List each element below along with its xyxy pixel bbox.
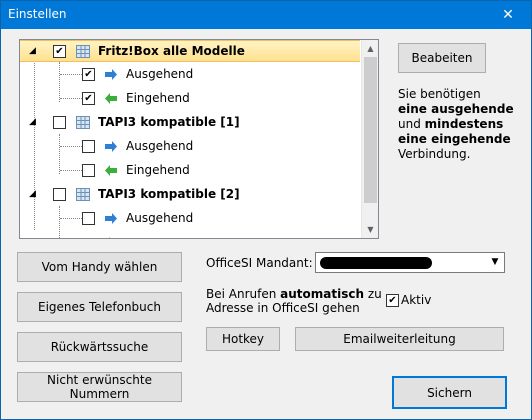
close-button[interactable]: ✕ — [485, 1, 531, 29]
item-label: Ausgehend — [126, 211, 194, 225]
scroll-thumb[interactable] — [364, 57, 377, 203]
arrow-left-icon — [104, 92, 118, 105]
hint-line: Sie benötigen — [398, 87, 481, 101]
hint-text: und — [398, 117, 425, 131]
arrow-left-icon — [104, 236, 118, 238]
device-grid-icon — [76, 188, 90, 201]
item-label: Eingehend — [126, 163, 190, 177]
collapse-icon[interactable]: ◢ — [29, 117, 39, 127]
item-checkbox[interactable] — [82, 212, 95, 225]
auto-text: Bei Anrufen — [206, 287, 281, 301]
tree-item-eingehend[interactable]: ✔ Eingehend — [20, 88, 360, 110]
auto-text: zu — [364, 287, 382, 301]
save-button[interactable]: Sichern — [392, 376, 507, 409]
device-grid-icon — [76, 45, 90, 58]
tree-group-fritzbox[interactable]: ◢ ✔ Fritz!Box alle Modelle — [20, 40, 360, 62]
arrow-left-icon — [104, 164, 118, 177]
collapse-icon[interactable]: ◢ — [29, 46, 39, 56]
reverse-lookup-button[interactable]: Rückwärtssuche — [17, 332, 182, 362]
scroll-up-icon[interactable]: ▲ — [362, 40, 378, 57]
mandant-select[interactable]: ▼ — [315, 252, 505, 273]
arrow-right-icon — [104, 68, 118, 81]
connection-tree[interactable]: ◢ ✔ Fritz!Box alle Modelle ✔ Ausgehend ✔… — [19, 39, 379, 239]
collapse-icon[interactable]: ◢ — [29, 189, 39, 199]
group-label: Fritz!Box alle Modelle — [98, 44, 245, 58]
mandant-label: OfficeSI Mandant: — [206, 256, 313, 270]
tree-item-ausgehend[interactable]: ✔ Ausgehend — [20, 64, 360, 86]
arrow-right-icon — [104, 140, 118, 153]
item-label: Ausgehend — [126, 139, 194, 153]
hint-line: und mindestens — [398, 117, 523, 132]
tree-group-tapi3-2[interactable]: ◢ TAPI3 kompatible [2] — [20, 184, 360, 206]
title-bar: Einstellen ✕ — [1, 1, 531, 29]
auto-address-text: Bei Anrufen automatisch zu — [206, 287, 382, 301]
group-checkbox[interactable] — [53, 116, 66, 129]
connection-hint: Sie benötigen eine ausgehende und mindes… — [398, 87, 523, 162]
arrow-right-icon — [104, 212, 118, 225]
tree-item-eingehend[interactable]: Eingehend — [20, 160, 360, 182]
auto-text-bold: automatisch — [280, 287, 365, 301]
item-label: Ausgehend — [126, 67, 194, 81]
device-grid-icon — [76, 116, 90, 129]
group-label: TAPI3 kompatible [1] — [98, 115, 240, 129]
active-label: Aktiv — [401, 293, 432, 307]
group-checkbox[interactable]: ✔ — [53, 45, 66, 58]
phonebook-button[interactable]: Eigenes Telefonbuch — [17, 292, 182, 322]
hint-text-bold: mindestens — [424, 117, 504, 131]
chevron-down-icon[interactable]: ▼ — [487, 254, 503, 271]
call-from-phone-button[interactable]: Vom Handy wählen — [17, 252, 182, 282]
item-checkbox[interactable] — [82, 140, 95, 153]
settings-window: Einstellen ✕ ◢ ✔ Fritz!Box alle Modelle … — [0, 0, 532, 420]
tree-scrollbar[interactable]: ▲ ▼ — [361, 40, 378, 238]
tree-item-ausgehend[interactable]: Ausgehend — [20, 136, 360, 158]
hint-line-bold: eine eingehende — [398, 132, 511, 146]
hint-line: Verbindung. — [398, 147, 471, 161]
edit-button[interactable]: Beabeiten — [398, 43, 486, 73]
group-checkbox[interactable] — [53, 188, 66, 201]
hint-line-bold: eine ausgehende — [398, 102, 514, 116]
tree-item-partial[interactable] — [20, 232, 360, 238]
active-checkbox[interactable]: ✔ — [386, 294, 399, 307]
window-title: Einstellen — [8, 7, 67, 21]
scroll-down-icon[interactable]: ▼ — [362, 221, 378, 238]
tree-item-ausgehend[interactable]: Ausgehend — [20, 208, 360, 230]
item-label: Eingehend — [126, 91, 190, 105]
hotkey-button[interactable]: Hotkey — [206, 327, 280, 351]
item-checkbox[interactable]: ✔ — [82, 68, 95, 81]
item-checkbox[interactable] — [82, 164, 95, 177]
group-label: TAPI3 kompatible [2] — [98, 187, 240, 201]
email-forwarding-button[interactable]: Emailweiterleitung — [295, 327, 504, 351]
auto-address-text-line2: Adresse in OfficeSI gehen — [206, 301, 360, 315]
item-checkbox[interactable]: ✔ — [82, 92, 95, 105]
blocked-numbers-button[interactable]: Nicht erwünschte Nummern — [17, 372, 182, 402]
redacted-value — [320, 257, 432, 269]
tree-group-tapi3-1[interactable]: ◢ TAPI3 kompatible [1] — [20, 112, 360, 134]
